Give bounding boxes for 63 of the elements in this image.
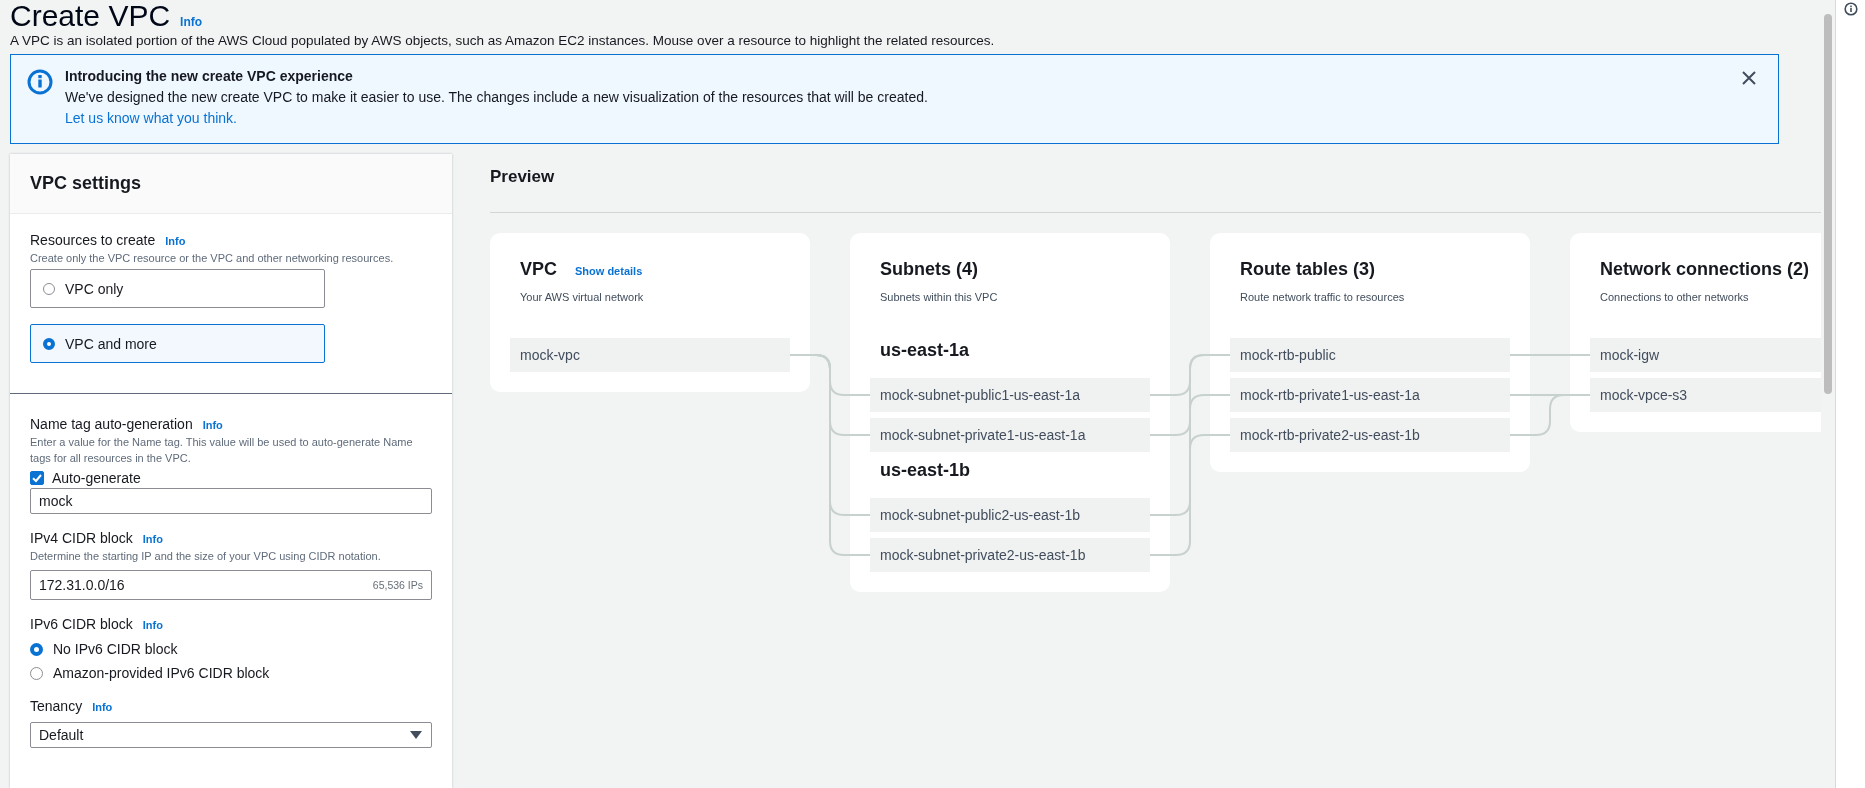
option-label: Amazon-provided IPv6 CIDR block bbox=[53, 664, 270, 682]
radio-tile[interactable]: VPC only bbox=[30, 269, 325, 308]
card-title: Network connections (2) bbox=[1600, 258, 1810, 281]
page-description: A VPC is an isolated portion of the AWS Cloud populated by AWS objects, such as Amazon EC2 instances. Mouse over a resource to highlight the related resources. bbox=[10, 32, 996, 50]
zone-heading: us-east-1a bbox=[879, 339, 971, 362]
card-title: Subnets (4) bbox=[880, 258, 978, 281]
radio-button[interactable] bbox=[30, 642, 43, 656]
info-icon bbox=[27, 69, 53, 95]
resource-item[interactable]: mock-subnet-public1-us-east-1a bbox=[870, 378, 1150, 412]
field-label: Name tag auto-generation bbox=[30, 415, 193, 434]
radio-button[interactable] bbox=[30, 666, 43, 680]
radio-icon bbox=[43, 337, 55, 350]
card-subtitle: Your AWS virtual network bbox=[520, 290, 645, 305]
banner-message: We've designed the new create VPC to make it easier to use. The changes include a new visualization of the resources that will be created. bbox=[65, 88, 929, 106]
radio-icon bbox=[43, 282, 55, 295]
option-label: VPC only bbox=[65, 280, 124, 297]
checkbox-label: Auto-generate bbox=[52, 469, 141, 488]
option-label: No IPv6 CIDR block bbox=[53, 640, 178, 658]
info-link[interactable]: Info bbox=[142, 619, 163, 631]
resource-item[interactable]: mock-rtb-private1-us-east-1a bbox=[1230, 378, 1510, 412]
name-tag-field[interactable]: mock bbox=[30, 488, 432, 514]
field-label: Resources to create bbox=[30, 231, 156, 250]
card-title: VPC bbox=[520, 258, 557, 281]
ip-count: 65,536 IPs bbox=[372, 579, 423, 591]
page-title: Create VPC bbox=[10, 0, 171, 32]
card-subtitle: Route network traffic to resources bbox=[1240, 290, 1406, 305]
checkbox[interactable] bbox=[30, 471, 44, 485]
tenancy-dropdown[interactable]: Default bbox=[30, 722, 432, 748]
field-label: Tenancy bbox=[30, 697, 83, 716]
close-icon bbox=[1742, 71, 1756, 85]
resource-item[interactable]: mock-vpce-s3 bbox=[1590, 378, 1821, 412]
caret-icon bbox=[409, 730, 423, 740]
info-link[interactable]: Info bbox=[92, 701, 113, 713]
info-link[interactable]: Info bbox=[180, 15, 203, 29]
resource-item[interactable]: mock-rtb-private2-us-east-1b bbox=[1230, 418, 1510, 452]
info-link[interactable]: Info bbox=[142, 533, 163, 545]
field-description: Enter a value for the Name tag. This value will be used to auto-generate Name tags for all resources in the VPC. bbox=[30, 435, 414, 466]
resource-item[interactable]: mock-vpc bbox=[510, 338, 790, 372]
zone-heading: us-east-1b bbox=[879, 459, 972, 482]
panel-title: VPC settings bbox=[30, 172, 143, 195]
preview-title: Preview bbox=[490, 166, 556, 188]
field-label: IPv4 CIDR block bbox=[30, 529, 133, 548]
resource-item[interactable]: mock-subnet-public2-us-east-1b bbox=[870, 498, 1150, 532]
radio-tile[interactable]: VPC and more bbox=[30, 324, 325, 363]
option-label: VPC and more bbox=[65, 335, 157, 352]
field-description: Create only the VPC resource or the VPC and other networking resources. bbox=[30, 251, 395, 266]
resource-item[interactable]: mock-igw bbox=[1590, 338, 1821, 372]
info-link[interactable]: Info bbox=[165, 235, 186, 247]
field-label: IPv6 CIDR block bbox=[30, 615, 133, 634]
resource-item[interactable]: mock-rtb-public bbox=[1230, 338, 1510, 372]
feedback-link[interactable]: Let us know what you think. bbox=[65, 109, 237, 127]
cidr-field[interactable]: 172.31.0.0/16 65,536 IPs bbox=[30, 570, 432, 600]
resource-item[interactable]: mock-subnet-private1-us-east-1a bbox=[870, 418, 1150, 452]
field-description: Determine the starting IP and the size of your VPC using CIDR notation. bbox=[30, 549, 382, 564]
close-button[interactable] bbox=[1740, 69, 1758, 87]
card-title: Route tables (3) bbox=[1240, 258, 1376, 281]
banner-title: Introducing the new create VPC experience bbox=[65, 67, 354, 85]
resource-item[interactable]: mock-subnet-private2-us-east-1b bbox=[870, 538, 1150, 572]
card-subtitle: Connections to other networks bbox=[1600, 290, 1750, 305]
info-icon[interactable] bbox=[1843, 2, 1858, 16]
info-link[interactable]: Info bbox=[202, 419, 223, 431]
show-details-link[interactable]: Show details bbox=[575, 265, 643, 277]
card-subtitle: Subnets within this VPC bbox=[880, 290, 999, 305]
